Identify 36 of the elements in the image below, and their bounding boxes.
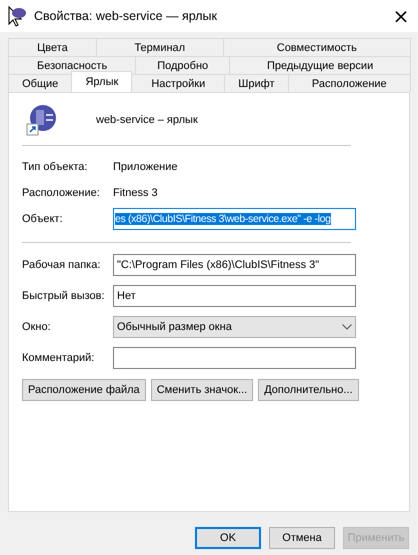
close-button[interactable]: × bbox=[388, 3, 414, 29]
field-label: Расположение: bbox=[22, 187, 101, 199]
action-button[interactable]: Сменить значок... bbox=[150, 379, 254, 401]
input-field[interactable]: "C:\Program Files (x86)\ClubIS\Fitness 3" bbox=[113, 254, 356, 276]
field-label: Рабочая папка: bbox=[22, 258, 102, 270]
field-label: Тип объекта: bbox=[22, 161, 88, 173]
tab[interactable]: Шрифт bbox=[224, 74, 289, 92]
tab[interactable]: Цвета bbox=[8, 38, 97, 56]
tab[interactable]: Подробно bbox=[135, 56, 230, 74]
dialog-button[interactable]: Отмена bbox=[269, 527, 335, 549]
tab[interactable]: Предыдущие версии bbox=[229, 56, 411, 74]
shortcut-name: web-service – ярлык bbox=[96, 114, 198, 126]
window-size-dropdown[interactable]: Обычный размер окна bbox=[113, 316, 356, 338]
tab[interactable]: Расположение bbox=[288, 74, 411, 92]
input-field[interactable]: Нет bbox=[113, 284, 356, 306]
field-value: Приложение bbox=[113, 161, 178, 173]
shortcut-app-icon bbox=[26, 104, 58, 136]
target-field[interactable]: es (x86)\ClubIS\Fitness 3\web-service.exe" -e -log bbox=[113, 208, 356, 230]
tab[interactable]: Общие bbox=[8, 74, 72, 92]
tab[interactable]: Безопасность bbox=[8, 56, 136, 74]
chevron-down-icon bbox=[342, 324, 352, 330]
field-value: Fitness 3 bbox=[113, 187, 158, 199]
field-label: Окно: bbox=[22, 320, 52, 332]
tab[interactable]: Ярлык bbox=[71, 71, 132, 92]
tab[interactable]: Терминал bbox=[96, 38, 224, 56]
dialog-button[interactable]: OK bbox=[195, 527, 261, 549]
field-label: Быстрый вызов: bbox=[22, 290, 106, 302]
window-title: Свойства: web-service — ярлык bbox=[34, 9, 218, 23]
tab[interactable]: Настройки bbox=[131, 74, 226, 92]
input-field[interactable] bbox=[113, 346, 356, 368]
action-button[interactable]: Дополнительно... bbox=[258, 379, 359, 401]
field-label: Комментарий: bbox=[22, 352, 96, 364]
field-label: Объект: bbox=[22, 213, 64, 225]
tab[interactable]: Совместимость bbox=[222, 38, 411, 56]
action-button[interactable]: Расположение файла bbox=[22, 379, 146, 401]
app-cursor-icon bbox=[6, 5, 28, 27]
